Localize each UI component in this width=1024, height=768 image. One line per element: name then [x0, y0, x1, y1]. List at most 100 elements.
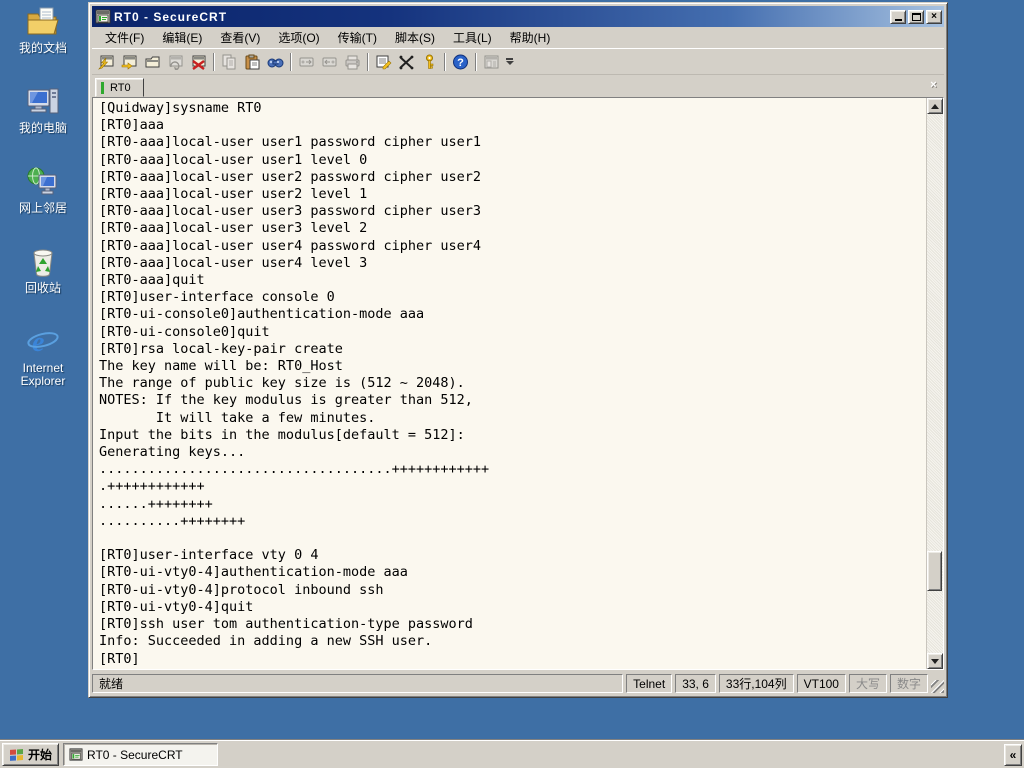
menu-script[interactable]: 脚本(S) — [386, 26, 444, 49]
copy-button[interactable] — [218, 51, 241, 73]
close-icon: × — [931, 11, 937, 22]
start-button[interactable]: 开始 — [2, 743, 60, 766]
session-manager-button[interactable] — [480, 51, 503, 73]
key-icon — [426, 54, 434, 69]
paste-button[interactable] — [241, 51, 264, 73]
status-bar: 就绪 Telnet 33, 6 33行,104列 VT100 大写 数字 — [92, 670, 944, 694]
scrollbar-track[interactable] — [927, 114, 943, 653]
connect-in-tab-icon — [145, 56, 160, 67]
menu-options[interactable]: 选项(O) — [269, 26, 328, 49]
menu-file[interactable]: 文件(F) — [96, 26, 153, 49]
connect-button[interactable] — [118, 51, 141, 73]
toolbar-overflow-icon — [506, 58, 513, 60]
terminal-area: [Quidway]sysname RT0 [RT0]aaa [RT0-aaa]l… — [92, 97, 944, 670]
internet-explorer-icon: e — [27, 327, 59, 358]
desktop-icon-label: 网上邻居 — [18, 201, 67, 215]
status-caps-lock: 大写 — [848, 674, 887, 693]
task-label: RT0 - SecureCRT — [87, 747, 183, 762]
toolbar-separator — [444, 52, 446, 71]
chevron-left-icon: « — [1009, 747, 1017, 762]
scroll-up-button[interactable] — [927, 98, 943, 114]
close-button[interactable]: × — [926, 9, 942, 24]
desktop-icon-label: 我的文档 — [18, 41, 67, 55]
tab-bar: RT0 × — [92, 75, 944, 97]
tab-connected-indicator — [101, 81, 104, 94]
svg-text:?: ? — [457, 57, 464, 69]
help-button[interactable]: ? — [449, 51, 472, 73]
minimize-button[interactable] — [890, 9, 906, 24]
maximize-button[interactable] — [908, 9, 924, 24]
session-options-icon — [376, 55, 392, 69]
terminal-output[interactable]: [Quidway]sysname RT0 [RT0]aaa [RT0-aaa]l… — [93, 98, 926, 669]
toolbar-separator — [367, 52, 369, 71]
tab-label: RT0 — [110, 81, 131, 94]
session-options-button[interactable] — [372, 51, 395, 73]
quick-connect-button[interactable] — [95, 51, 118, 73]
status-num-lock: 数字 — [889, 674, 928, 693]
keymap-button[interactable] — [395, 51, 418, 73]
toolbar-separator — [475, 52, 477, 71]
reconnect-icon — [169, 55, 183, 70]
scroll-down-button[interactable] — [927, 653, 943, 669]
status-emulation: VT100 — [796, 674, 846, 693]
arrow-down-icon — [931, 658, 939, 664]
menu-edit[interactable]: 编辑(E) — [153, 26, 211, 49]
connect-in-tab-button[interactable] — [141, 51, 164, 73]
status-cursor-position: 33, 6 — [675, 674, 716, 693]
print-button[interactable] — [341, 51, 364, 73]
session-manager-icon — [484, 55, 499, 68]
desktop-icon-my-computer[interactable]: 我的电脑 — [4, 86, 82, 166]
my-documents-icon — [27, 7, 59, 35]
keymap-icon — [399, 55, 414, 69]
taskbar-collapse-button[interactable]: « — [1004, 743, 1022, 766]
taskbar-task-securecrt[interactable]: RT0 - SecureCRT — [63, 743, 219, 766]
key-button[interactable] — [418, 51, 441, 73]
status-grid-size: 33行,104列 — [718, 674, 794, 693]
status-protocol: Telnet — [626, 674, 673, 693]
toolbar-separator — [213, 52, 215, 71]
desktop-icon-internet-explorer[interactable]: e Internet Explorer — [4, 326, 82, 406]
securecrt-window: RT0 - SecureCRT × 文件(F) 编辑(E) 查看(V) 选项(O… — [88, 2, 948, 698]
desktop-icon-label: 我的电脑 — [18, 121, 67, 135]
svg-text:e: e — [32, 327, 44, 358]
desktop-icon-network-places[interactable]: 网上邻居 — [4, 166, 82, 246]
resize-grip[interactable] — [931, 680, 944, 693]
paste-icon — [245, 54, 260, 69]
scrollbar-thumb[interactable] — [927, 551, 942, 591]
securecrt-app-icon — [95, 9, 111, 24]
desktop-icon-column: 我的文档 我的电脑 网上邻居 回收站 e Internet Explorer — [4, 6, 82, 406]
help-icon: ? — [453, 54, 468, 69]
toolbar-separator — [290, 52, 292, 71]
reconnect-button[interactable] — [164, 51, 187, 73]
disconnect-icon — [192, 55, 206, 70]
copy-icon — [222, 54, 236, 69]
minimize-icon — [894, 19, 902, 21]
network-places-icon — [27, 167, 57, 195]
toolbar-overflow-button[interactable] — [504, 52, 515, 72]
desktop-icon-recycle-bin[interactable]: 回收站 — [4, 246, 82, 326]
quick-connect-icon — [98, 55, 114, 70]
send-file-button[interactable] — [295, 51, 318, 73]
find-button[interactable] — [264, 51, 287, 73]
securecrt-task-icon — [69, 748, 83, 761]
send-file-icon — [299, 57, 314, 66]
menu-help[interactable]: 帮助(H) — [501, 26, 560, 49]
find-icon — [267, 58, 284, 67]
start-label: 开始 — [28, 748, 53, 762]
menu-view[interactable]: 查看(V) — [211, 26, 269, 49]
vertical-scrollbar[interactable] — [926, 98, 943, 669]
desktop-icon-my-documents[interactable]: 我的文档 — [4, 6, 82, 86]
tab-close-button[interactable]: × — [926, 78, 941, 92]
title-bar[interactable]: RT0 - SecureCRT × — [92, 6, 944, 27]
tab-rt0[interactable]: RT0 — [95, 78, 144, 97]
menu-bar: 文件(F) 编辑(E) 查看(V) 选项(O) 传输(T) 脚本(S) 工具(L… — [92, 27, 944, 49]
chevron-down-icon — [505, 61, 514, 65]
menu-transfer[interactable]: 传输(T) — [329, 26, 386, 49]
menu-tools[interactable]: 工具(L) — [444, 26, 501, 49]
arrow-up-icon — [931, 103, 939, 109]
disconnect-button[interactable] — [187, 51, 210, 73]
receive-file-button[interactable] — [318, 51, 341, 73]
connect-icon — [121, 55, 137, 70]
print-icon — [345, 55, 360, 69]
recycle-bin-icon — [33, 249, 53, 277]
